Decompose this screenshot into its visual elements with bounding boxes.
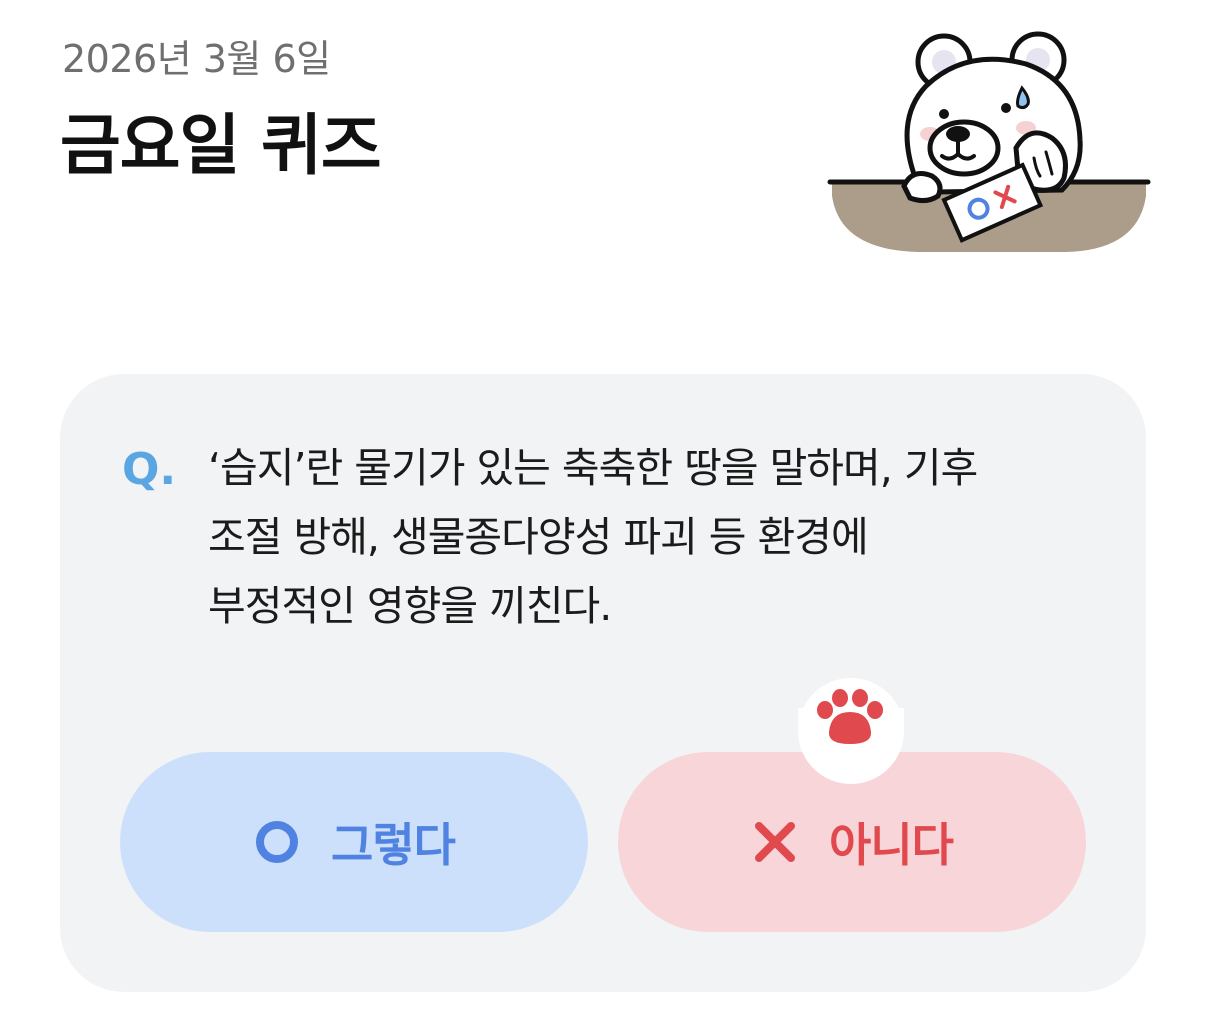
answer-no-label: 아니다	[829, 818, 954, 872]
question-line: ‘습지’란 물기가 있는 축축한 땅을 말하며, 기후	[208, 444, 978, 492]
quiz-date: 2026년 3월 6일	[62, 37, 331, 81]
page-title: 금요일 퀴즈	[60, 107, 382, 184]
paw-icon	[798, 678, 904, 784]
question-line: 조절 방해, 생물종다양성 파괴 등 환경에	[208, 513, 869, 561]
answer-yes-label: 그렇다	[331, 818, 456, 872]
question-mark-label: Q.	[122, 444, 177, 495]
bear-thinking-icon	[826, 20, 1152, 260]
quiz-question: ‘습지’란 물기가 있는 축축한 땅을 말하며, 기후 조절 방해, 생물종다양…	[208, 434, 1068, 641]
question-line: 부정적인 영향을 끼친다.	[208, 582, 612, 630]
circle-o-icon	[253, 818, 301, 866]
answer-yes-button[interactable]: 그렇다	[120, 752, 588, 932]
quiz-card: Q. ‘습지’란 물기가 있는 축축한 땅을 말하며, 기후 조절 방해, 생물…	[60, 374, 1146, 992]
x-mark-icon	[751, 818, 799, 866]
